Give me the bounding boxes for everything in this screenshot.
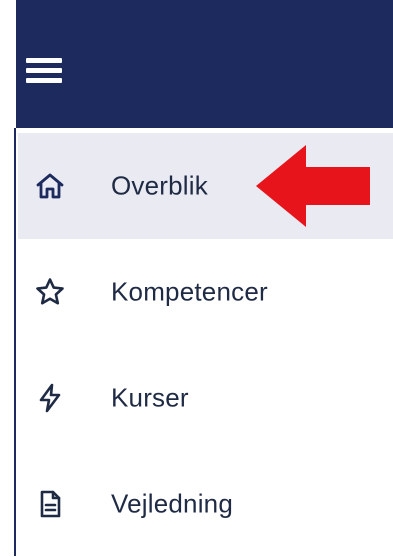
lightning-bolt-icon (34, 382, 66, 414)
red-pointer-arrow (254, 143, 372, 229)
nav-item-label: Overblik (111, 170, 208, 201)
hamburger-menu-icon (26, 58, 62, 83)
nav-item-label: Kurser (111, 382, 189, 413)
star-icon (34, 276, 66, 308)
nav-item-label: Vejledning (111, 488, 233, 519)
nav-item-kompetencer[interactable]: Kompetencer (18, 239, 393, 345)
sidebar-edge (0, 128, 16, 556)
nav-item-kurser[interactable]: Kurser (18, 345, 393, 451)
nav-item-label: Kompetencer (111, 276, 268, 307)
sidebar: Overblik Kompetencer Kurser Vejledning (0, 0, 393, 556)
nav-item-vejledning[interactable]: Vejledning (18, 451, 393, 557)
hamburger-menu-button[interactable] (16, 40, 76, 100)
document-icon (34, 488, 66, 520)
home-icon (34, 170, 66, 202)
